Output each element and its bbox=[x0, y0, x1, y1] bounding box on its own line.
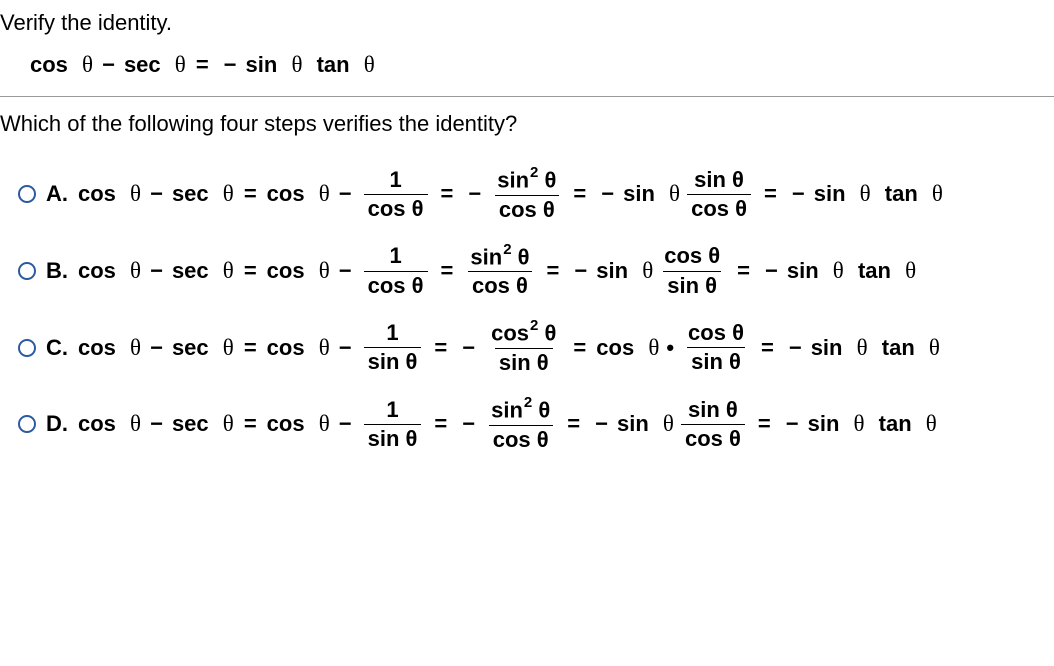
radio-button[interactable] bbox=[18, 185, 36, 203]
radio-button[interactable] bbox=[18, 415, 36, 433]
option-equation: cos θ−sec θ=cos θ−1cos θ=sin2 θcos θ=−si… bbox=[78, 244, 916, 299]
option-equation: cos θ−sec θ=cos θ−1cos θ=−sin2 θcos θ=−s… bbox=[78, 167, 943, 222]
option-label: C. bbox=[46, 335, 68, 361]
radio-button[interactable] bbox=[18, 262, 36, 280]
identity-equation: cos θ − sec θ = − sin θ tan θ bbox=[0, 46, 1054, 96]
option-row[interactable]: C. cos θ−sec θ=cos θ−1sin θ=−cos2 θsin θ=… bbox=[18, 320, 1054, 375]
option-equation: cos θ−sec θ=cos θ−1sin θ=−cos2 θsin θ=co… bbox=[78, 320, 940, 375]
option-label: D. bbox=[46, 411, 68, 437]
instruction-text: Verify the identity. bbox=[0, 0, 1054, 46]
option-row[interactable]: A. cos θ−sec θ=cos θ−1cos θ=−sin2 θcos θ=… bbox=[18, 167, 1054, 222]
option-row[interactable]: B. cos θ−sec θ=cos θ−1cos θ=sin2 θcos θ=−… bbox=[18, 244, 1054, 299]
option-label: A. bbox=[46, 181, 68, 207]
question-text: Which of the following four steps verifi… bbox=[0, 97, 1054, 167]
options-list: A. cos θ−sec θ=cos θ−1cos θ=−sin2 θcos θ=… bbox=[0, 167, 1054, 452]
option-row[interactable]: D. cos θ−sec θ=cos θ−1sin θ=−sin2 θcos θ=… bbox=[18, 397, 1054, 452]
radio-button[interactable] bbox=[18, 339, 36, 357]
option-equation: cos θ−sec θ=cos θ−1sin θ=−sin2 θcos θ=−s… bbox=[78, 397, 937, 452]
option-label: B. bbox=[46, 258, 68, 284]
